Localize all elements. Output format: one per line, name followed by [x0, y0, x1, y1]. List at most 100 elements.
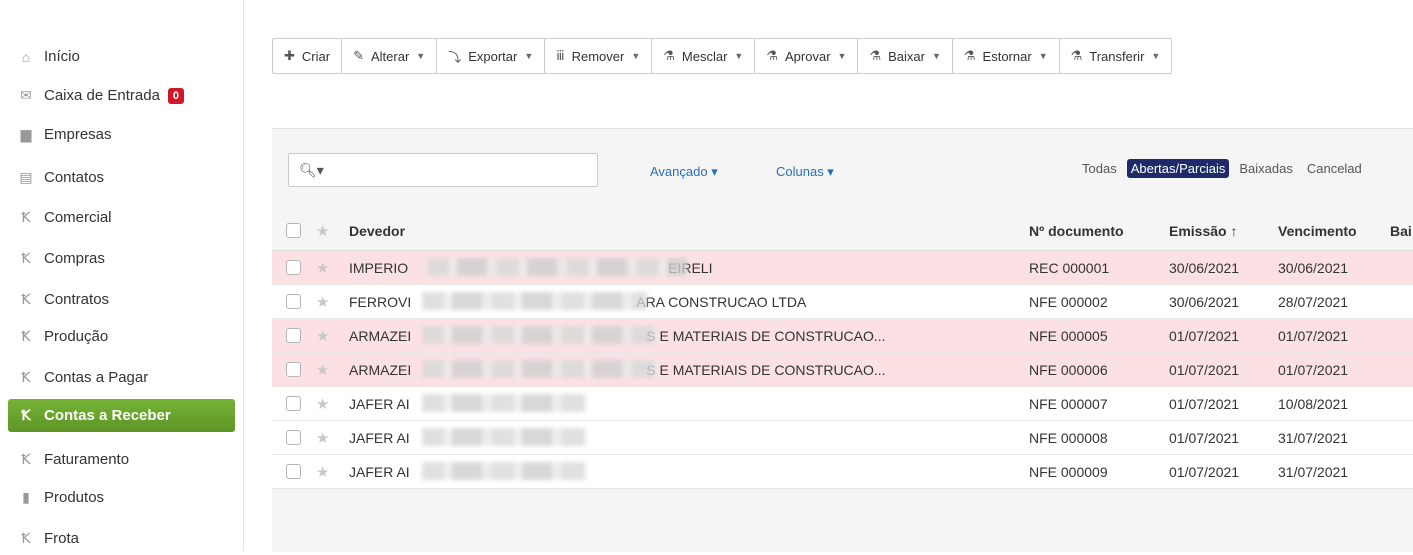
star-icon[interactable]: ★ [316, 327, 329, 345]
edit-button[interactable]: ✎ Alterar ▼ [342, 39, 438, 73]
remove-button[interactable]: ⅲ Remover ▼ [545, 39, 653, 73]
table-row[interactable]: ★ ARMAZEI S E MATERIAIS DE CONSTRUCAO...… [272, 353, 1413, 387]
sidebar-item-contatos[interactable]: ▤ Contatos [8, 161, 235, 194]
receivables-table: ★ Devedor Nº documento Emissão ↑ Vencime… [272, 212, 1413, 489]
emissao-cell: 30/06/2021 [1169, 259, 1240, 276]
export-button[interactable]: ⤵ Exportar ▼ [437, 39, 546, 73]
redaction-blur [422, 428, 587, 446]
sidebar-item-contas-a-receber[interactable]: Ꝁ Contas a Receber [8, 399, 235, 432]
plus-icon: ✚ [284, 48, 295, 63]
sidebar-item-contas-a-pagar[interactable]: Ꝁ Contas a Pagar [8, 361, 235, 394]
devedor-text-start: IMPERIO [349, 259, 409, 276]
table-header: ★ Devedor Nº documento Emissão ↑ Vencime… [272, 212, 1413, 251]
columns-link[interactable]: Colunas ▾ [776, 164, 834, 180]
filter-todas[interactable]: Todas [1078, 159, 1121, 178]
devedor-text-start: ARMAZEI [349, 327, 412, 344]
sidebar-item-label: Caixa de Entrada [44, 87, 160, 104]
star-icon[interactable]: ★ [316, 395, 329, 413]
transfer-button[interactable]: ⚗ Transferir ▼ [1060, 39, 1172, 73]
column-header-documento[interactable]: Nº documento [1029, 212, 1159, 250]
create-button[interactable]: ✚ Criar [273, 39, 343, 73]
button-label: Criar [301, 48, 331, 64]
merge-button[interactable]: ⚗ Mesclar ▼ [652, 39, 756, 73]
column-header-emissao[interactable]: Emissão ↑ [1169, 212, 1269, 250]
table-row[interactable]: ★ JAFER AI NFE 000008 01/07/2021 31/07/2… [272, 421, 1413, 455]
sidebar-item-caixa-de-entrada[interactable]: ✉ Caixa de Entrada 0 [8, 79, 235, 112]
table-row[interactable]: ★ IMPERIO EIRELI REC 000001 30/06/2021 3… [272, 251, 1413, 285]
envelope-icon: ✉ [20, 87, 32, 103]
star-icon[interactable]: ★ [316, 259, 329, 277]
trash-icon: ⅲ [556, 48, 565, 63]
sidebar-item-producao[interactable]: Ꝁ Produção [8, 320, 235, 353]
star-icon[interactable]: ★ [316, 293, 329, 311]
sidebar-item-contratos[interactable]: Ꝁ Contratos [8, 283, 235, 316]
filter-canceladas[interactable]: Cancelad [1303, 159, 1366, 178]
pencil-icon: ✎ [353, 48, 364, 63]
row-checkbox[interactable] [286, 293, 301, 309]
emissao-cell: 01/07/2021 [1169, 395, 1240, 412]
row-checkbox[interactable] [286, 327, 301, 343]
sidebar-item-label: Produtos [44, 489, 105, 506]
devedor-text-end: ARA CONSTRUCAO LTDA [636, 293, 807, 310]
search-input[interactable] [329, 155, 597, 185]
advanced-search-link[interactable]: Avançado ▾ [650, 164, 718, 180]
settle-button[interactable]: ⚗ Baixar ▼ [858, 39, 953, 73]
row-checkbox[interactable] [286, 395, 301, 411]
filter-abertas-parciais[interactable]: Abertas/Parciais [1126, 159, 1230, 178]
sidebar-item-compras[interactable]: Ꝁ Compras [8, 242, 235, 275]
sidebar-item-inicio[interactable]: ⌂ Início [8, 40, 235, 73]
column-header-vencimento[interactable]: Vencimento [1278, 212, 1398, 250]
star-icon[interactable]: ★ [316, 222, 329, 240]
table-row[interactable]: ★ ARMAZEI S E MATERIAIS DE CONSTRUCAO...… [272, 319, 1413, 353]
emissao-cell: 01/07/2021 [1169, 327, 1240, 344]
sidebar-item-label: Comercial [44, 209, 112, 226]
caret-down-icon: ▼ [837, 51, 847, 61]
column-header-devedor[interactable]: Devedor [349, 212, 979, 250]
reverse-button[interactable]: ⚗ Estornar ▼ [953, 39, 1060, 73]
status-filter-tabs: Todas Abertas/Parciais Baixadas Cancelad [1078, 159, 1372, 178]
documento-cell: NFE 000002 [1029, 293, 1108, 310]
home-icon: ⌂ [21, 48, 31, 65]
filter-baixadas[interactable]: Baixadas [1235, 159, 1296, 178]
emissao-cell: 01/07/2021 [1169, 361, 1240, 378]
button-label: Estornar [982, 48, 1032, 64]
vencimento-cell: 01/07/2021 [1278, 361, 1349, 378]
sidebar-item-label: Faturamento [44, 451, 130, 468]
vencimento-cell: 30/06/2021 [1278, 259, 1349, 276]
devedor-text-start: FERROVI [349, 293, 412, 310]
table-row[interactable]: ★ JAFER AI NFE 000007 01/07/2021 10/08/2… [272, 387, 1413, 421]
sidebar-item-produtos[interactable]: ▮ Produtos [8, 481, 235, 514]
module-icon: Ꝁ [21, 291, 31, 307]
sidebar-item-faturamento[interactable]: Ꝁ Faturamento [8, 443, 235, 476]
sidebar-item-comercial[interactable]: Ꝁ Comercial [8, 201, 235, 234]
vencimento-cell: 31/07/2021 [1278, 429, 1349, 446]
search-icon[interactable]: 🔍︎▾ [299, 162, 324, 179]
star-icon[interactable]: ★ [316, 361, 329, 379]
search-box[interactable]: 🔍︎▾ [288, 153, 598, 187]
module-icon: Ꝁ [21, 250, 31, 266]
documento-cell: NFE 000006 [1029, 361, 1108, 378]
caret-down-icon: ▼ [631, 51, 641, 61]
module-icon: Ꝁ [21, 530, 31, 546]
select-all-checkbox[interactable] [286, 223, 301, 238]
sidebar-item-empresas[interactable]: ▆ Empresas [8, 118, 235, 151]
approve-button[interactable]: ⚗ Aprovar ▼ [755, 39, 859, 73]
flask-icon: ⚗ [766, 48, 778, 63]
row-checkbox[interactable] [286, 463, 301, 479]
table-row[interactable]: ★ JAFER AI NFE 000009 01/07/2021 31/07/2… [272, 455, 1413, 489]
sidebar-item-label: Contas a Receber [44, 407, 171, 424]
sidebar-item-label: Contratos [44, 291, 110, 308]
unread-count-badge: 0 [167, 87, 184, 104]
flask-icon: ⚗ [869, 48, 882, 63]
row-checkbox[interactable] [286, 361, 301, 377]
table-row[interactable]: ★ FERROVI ARA CONSTRUCAO LTDA NFE 000002… [272, 285, 1413, 319]
star-icon[interactable]: ★ [316, 463, 329, 481]
row-checkbox[interactable] [286, 259, 301, 275]
row-checkbox[interactable] [286, 429, 301, 445]
column-header-baixa[interactable]: Bai [1390, 212, 1413, 250]
vencimento-cell: 28/07/2021 [1278, 293, 1349, 310]
star-icon[interactable]: ★ [316, 429, 329, 447]
emissao-cell: 30/06/2021 [1169, 293, 1240, 310]
sidebar-item-frota[interactable]: Ꝁ Frota [8, 522, 235, 555]
redaction-blur [422, 394, 587, 412]
